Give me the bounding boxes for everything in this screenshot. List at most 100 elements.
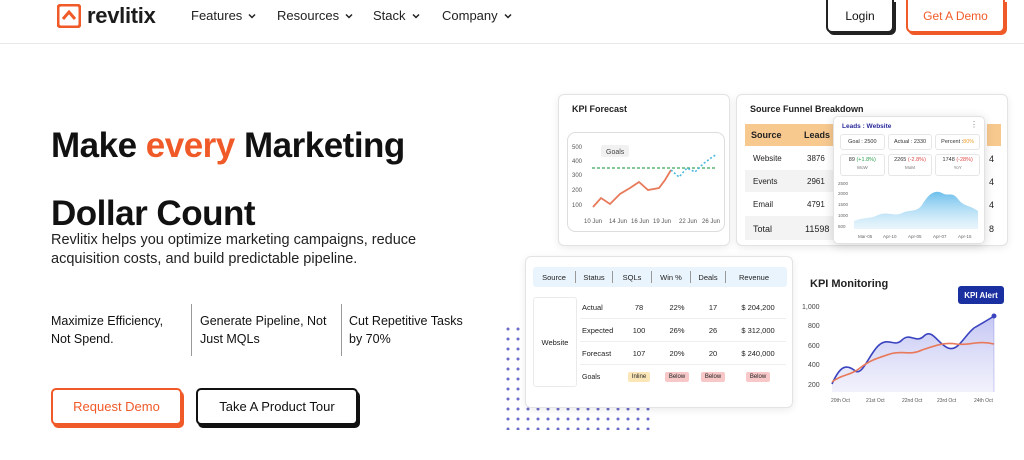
nav-resources[interactable]: Resources — [277, 8, 354, 23]
decor-dot — [516, 427, 520, 430]
stat-value: 1748 — [942, 157, 955, 163]
decor-dot — [506, 327, 510, 331]
cell: Forecast — [582, 349, 612, 358]
feature-line: by 70% — [349, 332, 391, 346]
y-tick: 200 — [572, 188, 583, 194]
login-button[interactable]: Login — [826, 0, 894, 33]
decor-dot — [516, 367, 520, 371]
feature-divider — [341, 304, 342, 356]
decor-dot — [636, 417, 640, 421]
popup-stats: 89 (+1.8%) WoW 2265 (-2.8%) MoM 1748 (-2… — [840, 154, 981, 176]
hero-title-part1: Make — [51, 126, 146, 165]
y-tick: 1000 — [838, 213, 849, 218]
decor-dot — [556, 427, 560, 430]
feature-pipeline: Generate Pipeline, Not Just MQLs — [200, 312, 326, 348]
col-header: Source — [542, 272, 566, 282]
funnel-cell: 4 — [989, 200, 995, 210]
monitoring-area — [832, 316, 994, 392]
x-tick: 20th Oct — [831, 398, 851, 404]
decor-dot — [526, 417, 530, 421]
decor-dot — [636, 427, 640, 430]
funnel-cell: Total — [753, 224, 773, 234]
goals-row: Goals Inline Below Below Below — [580, 367, 786, 387]
hero-title-part2: Marketing — [234, 126, 405, 165]
request-demo-button[interactable]: Request Demo — [51, 388, 182, 425]
cell: 17 — [708, 303, 718, 312]
x-tick: 26 Jun — [702, 219, 720, 225]
funnel-cell: 4 — [989, 154, 995, 164]
x-tick: 24th Oct — [974, 398, 994, 404]
feature-line: Cut Repetitive Tasks — [349, 314, 463, 328]
nav-features-label: Features — [191, 8, 243, 23]
stat-wow: 89 (+1.8%) WoW — [840, 154, 885, 176]
feature-line: Not Spend. — [51, 332, 114, 346]
hero-subtitle: Revlitix helps you optimize marketing ca… — [51, 232, 417, 267]
cell: 26 — [708, 326, 718, 335]
goals-label: Goals — [606, 149, 625, 156]
feature-line: Generate Pipeline, Not — [200, 314, 327, 328]
feature-divider — [191, 304, 192, 356]
stat-delta: (-2.8%) — [907, 157, 926, 163]
nav-company[interactable]: Company — [442, 8, 513, 23]
cell: Actual — [582, 303, 603, 312]
x-tick: 14 Jun — [609, 219, 627, 225]
logo-icon — [57, 4, 81, 28]
feature-line: Just MQLs — [200, 332, 260, 346]
nav-features[interactable]: Features — [191, 8, 257, 23]
funnel-col-leads: Leads — [804, 130, 831, 140]
funnel-cell: 4 — [989, 177, 995, 187]
y-tick: 600 — [808, 343, 820, 350]
col-header: Revenue — [738, 272, 770, 282]
nav-stack[interactable]: Stack — [373, 8, 421, 23]
area-fill — [854, 191, 978, 229]
col-header: Win % — [660, 272, 682, 282]
popup-actual: Actual : 2330 — [887, 134, 933, 150]
decor-dot — [566, 417, 570, 421]
cell: 100 — [632, 326, 646, 335]
x-tick: Apr-05 — [908, 234, 922, 239]
decor-dot — [596, 417, 600, 421]
product-tour-button[interactable]: Take A Product Tour — [196, 388, 358, 425]
funnel-cell: Website — [753, 154, 782, 163]
decor-dot — [506, 377, 510, 381]
decor-dot — [526, 407, 530, 411]
decor-dot — [506, 427, 510, 430]
x-tick: 21st Oct — [866, 398, 885, 404]
decor-dot — [516, 337, 520, 341]
stat-yoy: 1748 (-28%) YoY — [935, 154, 981, 176]
more-icon[interactable]: ⋮ — [970, 120, 978, 129]
col-header: Deals — [698, 272, 718, 282]
stat-delta: (+1.8%) — [856, 157, 876, 163]
x-tick: Apr-10 — [883, 234, 897, 239]
table-row: Actual 78 22% 17 $ 204,200 — [580, 297, 786, 319]
funnel-cell: 2961 — [807, 177, 825, 186]
stat-label: WoW — [856, 165, 868, 170]
x-tick: Mar-05 — [858, 234, 873, 239]
kpi-monitoring-card: KPI Monitoring KPI Alert 1,000 800 600 4… — [798, 262, 1010, 412]
decor-dot — [516, 387, 520, 391]
y-tick: 300 — [572, 173, 583, 179]
x-tick: Apr-07 — [933, 234, 947, 239]
feature-line: Maximize Efficiency, — [51, 314, 164, 328]
get-demo-button[interactable]: Get A Demo — [906, 0, 1005, 33]
x-tick: 19 Jun — [653, 219, 671, 225]
decor-dot — [506, 357, 510, 361]
cell: 22% — [669, 303, 685, 312]
decor-dot — [596, 427, 600, 430]
decor-dot — [506, 337, 510, 341]
funnel-cell: 3876 — [807, 154, 825, 163]
decor-dot — [536, 427, 540, 430]
x-tick: 22 Jun — [679, 219, 697, 225]
source-status-card: Source Status SQLs Win % Deals Revenue W… — [525, 256, 793, 408]
popup-summary: Goal : 2500 Actual : 2330 Percent : 80% — [840, 134, 981, 150]
logo[interactable]: revlitix — [57, 3, 156, 29]
nav-stack-label: Stack — [373, 8, 406, 23]
cell: Expected — [582, 326, 614, 335]
col-header: SQLs — [622, 272, 642, 282]
decor-dot — [516, 407, 520, 411]
cell: 78 — [634, 303, 644, 312]
popup-percent-label: Percent : — [941, 139, 964, 145]
decor-dot — [626, 417, 630, 421]
kpi-forecast-title: KPI Forecast — [572, 104, 628, 114]
decor-dot — [506, 387, 510, 391]
